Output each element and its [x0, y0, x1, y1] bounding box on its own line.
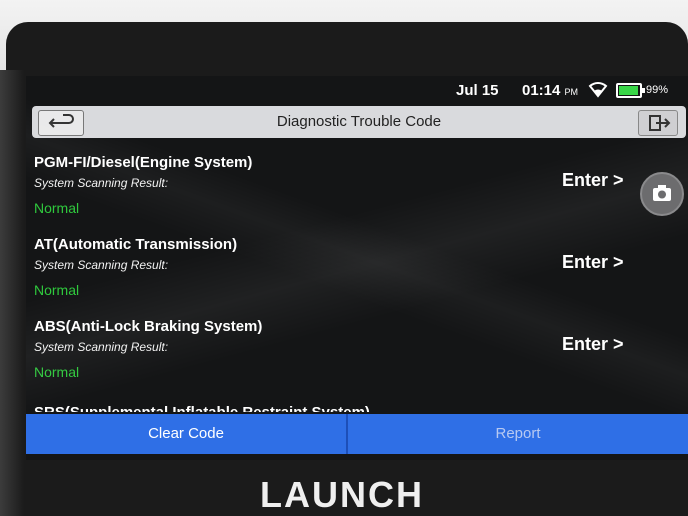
exit-button[interactable]: [638, 110, 678, 136]
system-name-partial[interactable]: SRS(Supplemental Inflatable Restraint Sy…: [34, 400, 370, 412]
battery-icon: [616, 83, 645, 98]
system-status: Normal: [34, 282, 80, 298]
battery-percent: 99%: [646, 84, 669, 96]
exit-icon: [649, 115, 671, 131]
report-button[interactable]: Report: [348, 414, 688, 454]
enter-button[interactable]: Enter >: [562, 334, 624, 355]
system-row[interactable]: PGM-FI/Diesel(Engine System) System Scan…: [26, 154, 688, 236]
system-name: PGM-FI/Diesel(Engine System): [34, 154, 253, 171]
clear-code-button[interactable]: Clear Code: [26, 414, 346, 454]
enter-button[interactable]: Enter >: [562, 252, 624, 273]
system-name: ABS(Anti-Lock Braking System): [34, 318, 263, 335]
wifi-icon: [588, 80, 608, 102]
system-result-label: System Scanning Result:: [34, 340, 169, 354]
device-brand-logo: LAUNCH: [260, 474, 424, 515]
action-bar: Clear Code Report: [26, 414, 688, 454]
status-time: 01:14 PM: [522, 82, 578, 99]
battery-fill: [619, 86, 638, 95]
status-bar: Jul 15 01:14 PM 99%: [26, 76, 688, 104]
status-time-value: 01:14: [522, 82, 561, 99]
system-row[interactable]: AT(Automatic Transmission) System Scanni…: [26, 236, 688, 318]
system-name: AT(Automatic Transmission): [34, 236, 238, 253]
status-date: Jul 15: [456, 82, 499, 99]
camera-icon[interactable]: [640, 172, 684, 216]
enter-button[interactable]: Enter >: [562, 170, 624, 191]
system-status: Normal: [34, 364, 80, 380]
system-result-label: System Scanning Result:: [34, 258, 169, 272]
system-result-label: System Scanning Result:: [34, 176, 169, 190]
system-status: Normal: [34, 200, 80, 216]
system-row[interactable]: ABS(Anti-Lock Braking System) System Sca…: [26, 318, 688, 400]
device-edge: [0, 70, 24, 516]
status-ampm: PM: [564, 87, 579, 97]
title-bar: Diagnostic Trouble Code: [32, 106, 686, 138]
page-title: Diagnostic Trouble Code: [276, 113, 442, 130]
system-list: PGM-FI/Diesel(Engine System) System Scan…: [26, 154, 688, 414]
device-screen: Jul 15 01:14 PM 99% Diagnostic Trouble C…: [26, 76, 688, 460]
